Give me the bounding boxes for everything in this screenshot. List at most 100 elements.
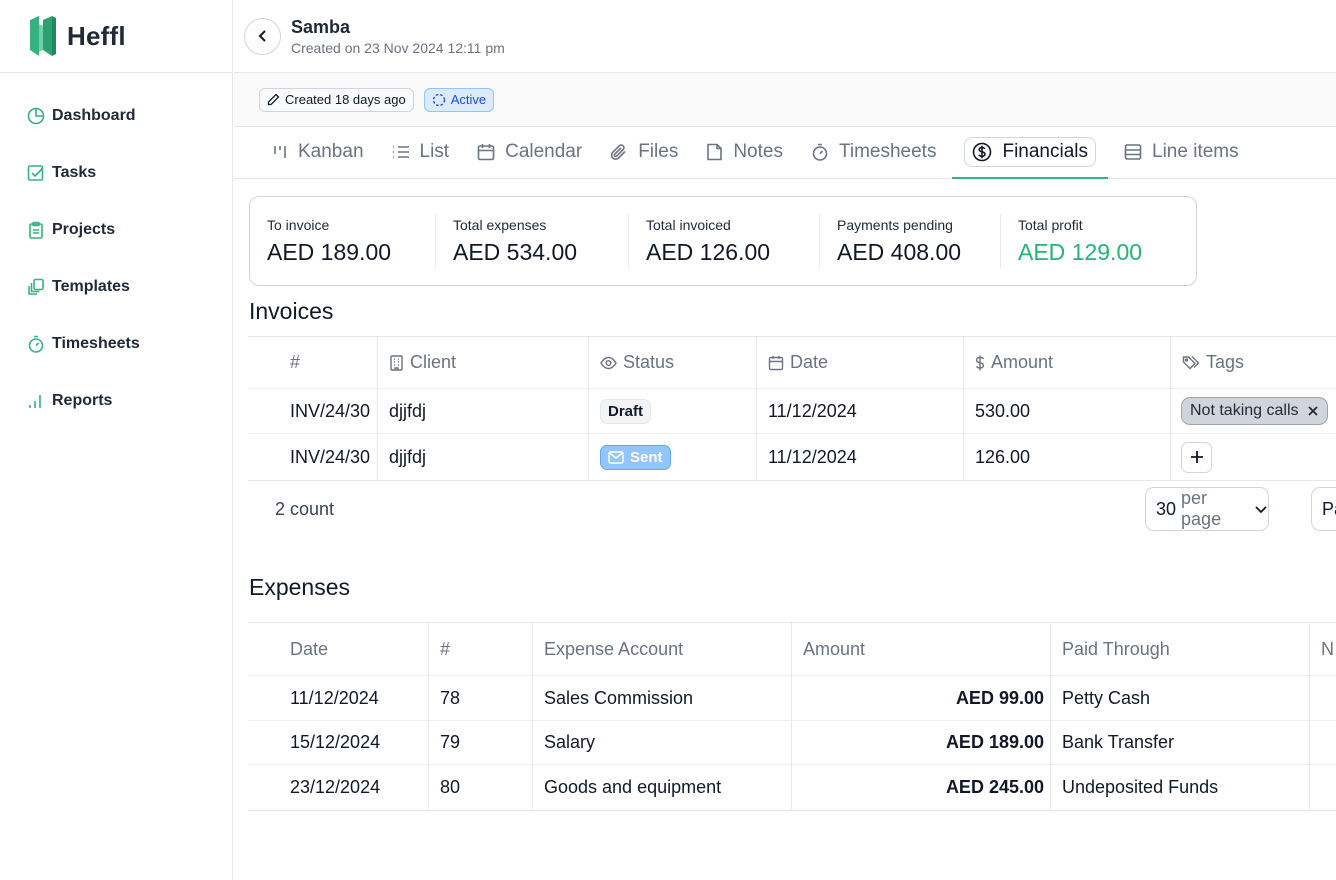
sidebar-nav: Dashboard Tasks Projects Templates Times… <box>0 73 232 429</box>
status-badge-draft[interactable]: Draft <box>600 398 652 424</box>
sidebar-item-label: Reports <box>52 391 113 409</box>
per-page-select[interactable]: 30 per page <box>1145 487 1269 531</box>
paperclip-icon <box>610 143 628 161</box>
stat-label: Total profit <box>1018 216 1083 233</box>
page-select[interactable]: Pa <box>1311 487 1336 531</box>
tab-calendar[interactable]: Calendar <box>463 126 596 178</box>
tab-list[interactable]: List <box>378 126 464 178</box>
tag-label: Not taking calls <box>1190 402 1299 419</box>
expense-amount: AED 99.00 <box>792 676 1051 720</box>
tag-chip[interactable]: Not taking calls <box>1181 397 1328 425</box>
table-row[interactable]: 15/12/2024 79 Salary AED 189.00 Bank Tra… <box>248 721 1336 765</box>
stat-payments-pending: Payments pending AED 408.00 <box>820 214 1001 268</box>
tab-label: Timesheets <box>838 141 937 162</box>
tab-line-items[interactable]: Line items <box>1110 126 1253 178</box>
heffl-logo-icon[interactable] <box>30 16 56 56</box>
table-header-row: Date # Expense Account Amount Paid Throu… <box>248 623 1336 676</box>
col-number[interactable]: # <box>429 623 533 675</box>
invoice-client: djjfdj <box>378 434 589 480</box>
status-label: Sent <box>630 448 663 466</box>
expense-number: 79 <box>429 721 533 764</box>
calendar-icon <box>477 143 495 161</box>
invoice-tags: Not taking calls <box>1171 389 1336 433</box>
table-row[interactable]: INV/24/30 djjfdj Sent 11/12/2024 126.00 <box>248 434 1336 480</box>
col-label: Date <box>790 352 829 372</box>
sidebar-item-label: Dashboard <box>52 106 136 124</box>
col-status[interactable]: Status <box>589 337 757 388</box>
tab-timesheets[interactable]: Timesheets <box>797 126 951 178</box>
col-label: Status <box>623 352 675 372</box>
meta-bar: Created 18 days ago Active <box>234 73 1336 127</box>
col-amount[interactable]: Amount <box>964 337 1171 388</box>
expense-date: 23/12/2024 <box>248 765 429 810</box>
tab-label: Line items <box>1152 141 1239 162</box>
expense-paid-through: Undeposited Funds <box>1051 765 1310 810</box>
col-client[interactable]: Client <box>378 337 589 388</box>
col-n[interactable]: N <box>1310 623 1336 675</box>
expense-paid-through: Bank Transfer <box>1051 721 1310 764</box>
tab-financials-pill: Financials <box>964 137 1097 167</box>
tab-kanban[interactable]: Kanban <box>258 126 378 178</box>
col-date[interactable]: Date <box>757 337 964 388</box>
sidebar-item-templates[interactable]: Templates <box>0 258 232 315</box>
add-tag-button[interactable] <box>1181 441 1212 473</box>
stat-value: AED 126.00 <box>646 238 771 265</box>
tab-financials[interactable]: Financials <box>950 126 1110 179</box>
per-page-text: per page <box>1181 488 1222 529</box>
sidebar-item-label: Templates <box>52 277 130 295</box>
sidebar-item-reports[interactable]: Reports <box>0 372 232 429</box>
expense-paid-through: Petty Cash <box>1051 676 1310 720</box>
chevron-left-icon <box>258 30 266 42</box>
invoices-title: Invoices <box>249 298 334 324</box>
col-number[interactable]: # <box>248 337 378 388</box>
col-expense-account[interactable]: Expense Account <box>533 623 792 675</box>
status-badge[interactable]: Active <box>423 87 495 112</box>
col-amount[interactable]: Amount <box>792 623 1051 675</box>
copy-icon <box>27 278 45 296</box>
stat-label: Total invoiced <box>646 216 731 233</box>
close-icon[interactable] <box>1307 405 1319 417</box>
plus-icon <box>1190 451 1203 463</box>
invoice-status[interactable]: Sent <box>589 434 757 480</box>
table-row[interactable]: INV/24/30 djjfdj Draft 11/12/2024 530.00… <box>248 389 1336 434</box>
dashed-circle-icon <box>432 93 446 107</box>
invoice-number[interactable]: INV/24/30 <box>248 434 378 480</box>
stat-total-invoiced: Total invoiced AED 126.00 <box>629 214 820 268</box>
brand: Heffl <box>0 0 232 73</box>
tab-label: Financials <box>1002 141 1089 162</box>
col-tags[interactable]: Tags <box>1171 337 1336 388</box>
page-title: Samba <box>291 16 351 37</box>
stat-label: Total expenses <box>453 216 547 233</box>
table-row[interactable]: 11/12/2024 78 Sales Commission AED 99.00… <box>248 676 1336 721</box>
col-label: Amount <box>991 352 1054 372</box>
sidebar-item-projects[interactable]: Projects <box>0 201 232 258</box>
timer-icon <box>811 143 829 161</box>
sidebar-item-dashboard[interactable]: Dashboard <box>0 87 232 144</box>
sidebar: Heffl Dashboard Tasks Projects Templates <box>0 0 233 880</box>
stat-to-invoice: To invoice AED 189.00 <box>250 214 436 268</box>
invoice-tags <box>1171 434 1336 480</box>
table-row[interactable]: 23/12/2024 80 Goods and equipment AED 24… <box>248 765 1336 810</box>
page-label: Pa <box>1322 498 1336 519</box>
page-subtitle: Created on 23 Nov 2024 12:11 pm <box>291 39 505 56</box>
stat-value: AED 129.00 <box>1018 238 1143 265</box>
back-button[interactable] <box>244 17 281 55</box>
invoice-number[interactable]: INV/24/30 <box>248 389 378 433</box>
invoice-status[interactable]: Draft <box>589 389 757 433</box>
status-badge-sent[interactable]: Sent <box>600 444 671 470</box>
expenses-title: Expenses <box>249 574 351 600</box>
sidebar-item-timesheets[interactable]: Timesheets <box>0 315 232 372</box>
col-paid-through[interactable]: Paid Through <box>1051 623 1310 675</box>
sidebar-item-tasks[interactable]: Tasks <box>0 144 232 201</box>
invoices-pagination: 2 count 30 per page Pa <box>248 487 1336 531</box>
timer-icon <box>27 335 45 353</box>
project-tabs: Kanban List Calendar Files Notes Timeshe… <box>234 127 1336 179</box>
created-chip: Created 18 days ago <box>259 87 414 112</box>
stat-value: AED 189.00 <box>267 238 392 265</box>
tab-notes[interactable]: Notes <box>692 126 797 178</box>
sidebar-item-label: Timesheets <box>52 334 140 352</box>
expenses-table: Date # Expense Account Amount Paid Throu… <box>248 622 1336 811</box>
expense-date: 15/12/2024 <box>248 721 429 764</box>
col-date[interactable]: Date <box>248 623 429 675</box>
tab-files[interactable]: Files <box>596 126 692 178</box>
